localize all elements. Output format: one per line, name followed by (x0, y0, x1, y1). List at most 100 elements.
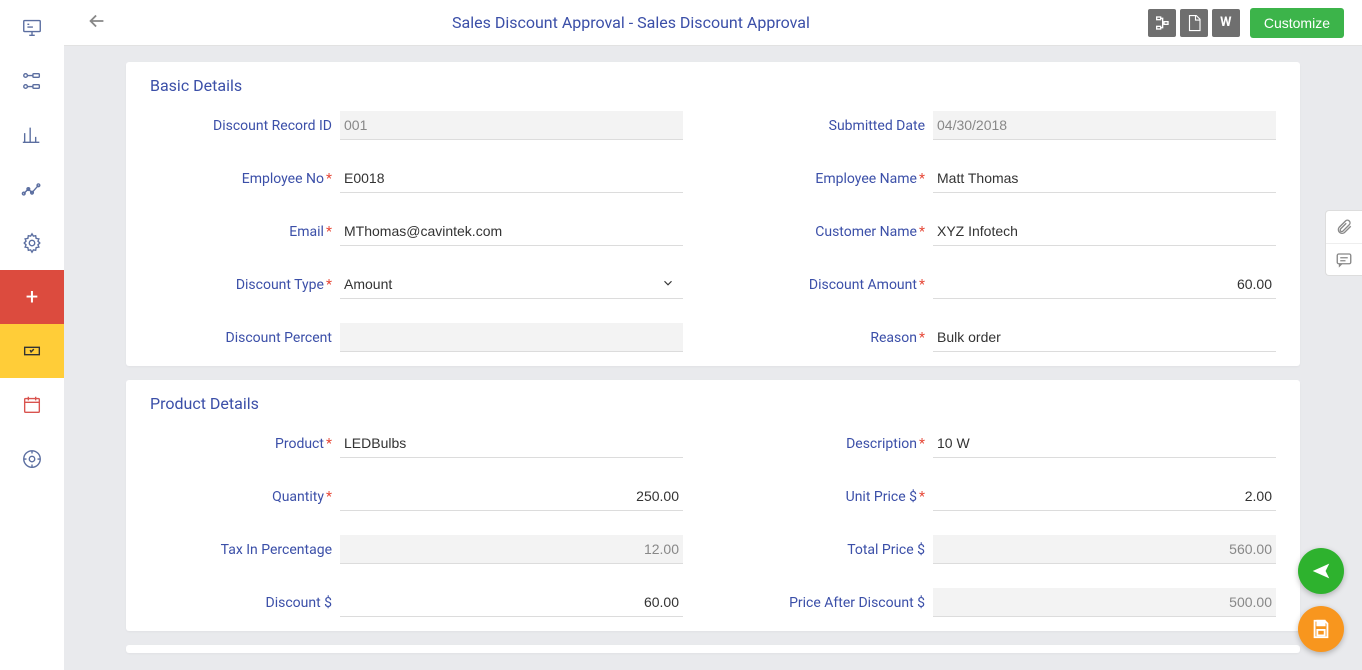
arrow-left-icon (86, 10, 108, 32)
page-title: Sales Discount Approval - Sales Discount… (114, 13, 1148, 32)
word-button[interactable]: W (1212, 9, 1240, 37)
plus-icon: + (26, 285, 38, 310)
input-tax-pct[interactable] (340, 535, 683, 564)
row-employee-name: Employee Name* (743, 164, 1276, 193)
header-actions: W Customize (1148, 8, 1344, 38)
sidebar-calendar[interactable] (0, 378, 64, 432)
save-icon (1310, 618, 1332, 640)
paperclip-icon (1335, 218, 1353, 236)
sidebar-trend[interactable] (0, 162, 64, 216)
label-discount-type: Discount Type* (150, 277, 340, 293)
pdf-icon (1185, 14, 1203, 32)
input-email[interactable] (340, 217, 683, 246)
content: Basic Details Discount Record ID Submitt… (64, 46, 1362, 670)
input-total-price[interactable] (933, 535, 1276, 564)
row-reason: Reason* (743, 323, 1276, 352)
basic-details-section: Basic Details Discount Record ID Submitt… (126, 62, 1300, 366)
label-quantity: Quantity* (150, 489, 340, 505)
row-price-after: Price After Discount $ (743, 588, 1276, 617)
label-employee-no: Employee No* (150, 171, 340, 187)
workflow-icon (21, 70, 43, 92)
word-icon: W (1220, 15, 1231, 30)
label-price-after: Price After Discount $ (743, 595, 933, 611)
attachments-tab[interactable] (1326, 211, 1362, 243)
label-total-price: Total Price $ (743, 542, 933, 558)
customize-button[interactable]: Customize (1250, 8, 1344, 38)
tree-view-button[interactable] (1148, 9, 1176, 37)
back-button[interactable] (86, 10, 108, 36)
comments-tab[interactable] (1326, 243, 1362, 275)
row-unit-price: Unit Price $* (743, 482, 1276, 511)
main: Sales Discount Approval - Sales Discount… (64, 0, 1362, 670)
input-discount[interactable] (340, 588, 683, 617)
label-product: Product* (150, 436, 340, 452)
input-employee-no[interactable] (340, 164, 683, 193)
select-discount-type[interactable] (340, 270, 683, 299)
sidebar-ticket[interactable] (0, 324, 64, 378)
row-discount-record-id: Discount Record ID (150, 111, 683, 140)
input-reason[interactable] (933, 323, 1276, 352)
input-description[interactable] (933, 429, 1276, 458)
row-description: Description* (743, 429, 1276, 458)
calendar-icon (21, 394, 43, 416)
label-discount-percent: Discount Percent (150, 330, 340, 346)
row-total-price: Total Price $ (743, 535, 1276, 564)
product-form: Product* Description* Quantity* Unit Pri… (150, 429, 1276, 617)
input-price-after[interactable] (933, 588, 1276, 617)
row-discount-percent: Discount Percent (150, 323, 683, 352)
basic-form: Discount Record ID Submitted Date Employ… (150, 111, 1276, 352)
label-unit-price: Unit Price $* (743, 489, 933, 505)
label-discount-amount: Discount Amount* (743, 277, 933, 293)
trend-icon (21, 178, 43, 200)
sidebar-analytics[interactable] (0, 108, 64, 162)
sidebar-workflow[interactable] (0, 54, 64, 108)
row-discount-amount: Discount Amount* (743, 270, 1276, 299)
row-employee-no: Employee No* (150, 164, 683, 193)
fab-column (1298, 548, 1344, 652)
next-section (126, 645, 1300, 653)
sidebar-dashboard[interactable] (0, 0, 64, 54)
label-employee-name: Employee Name* (743, 171, 933, 187)
submit-fab[interactable] (1298, 548, 1344, 594)
sidebar-settings[interactable] (0, 216, 64, 270)
row-quantity: Quantity* (150, 482, 683, 511)
input-discount-record-id[interactable] (340, 111, 683, 140)
label-discount-record-id: Discount Record ID (150, 118, 340, 134)
pdf-button[interactable] (1180, 9, 1208, 37)
sidebar-help[interactable] (0, 432, 64, 486)
input-discount-amount[interactable] (933, 270, 1276, 299)
tree-icon (1154, 15, 1170, 31)
sidebar-add[interactable]: + (0, 270, 64, 324)
save-fab[interactable] (1298, 606, 1344, 652)
input-unit-price[interactable] (933, 482, 1276, 511)
row-tax-pct: Tax In Percentage (150, 535, 683, 564)
sidebar: + (0, 0, 64, 670)
label-submitted-date: Submitted Date (743, 118, 933, 134)
ticket-icon (21, 340, 43, 362)
header: Sales Discount Approval - Sales Discount… (64, 0, 1362, 46)
comment-icon (1335, 251, 1353, 269)
label-discount: Discount $ (150, 595, 340, 611)
section-title-basic: Basic Details (150, 76, 1276, 95)
dashboard-icon (21, 16, 43, 38)
input-submitted-date[interactable] (933, 111, 1276, 140)
row-discount: Discount $ (150, 588, 683, 617)
gear-icon (21, 232, 43, 254)
label-description: Description* (743, 436, 933, 452)
label-tax-pct: Tax In Percentage (150, 542, 340, 558)
input-quantity[interactable] (340, 482, 683, 511)
row-discount-type: Discount Type* (150, 270, 683, 299)
row-email: Email* (150, 217, 683, 246)
label-reason: Reason* (743, 330, 933, 346)
input-discount-percent[interactable] (340, 323, 683, 352)
input-customer-name[interactable] (933, 217, 1276, 246)
label-customer-name: Customer Name* (743, 224, 933, 240)
help-icon (21, 448, 43, 470)
input-employee-name[interactable] (933, 164, 1276, 193)
send-icon (1310, 560, 1332, 582)
row-product: Product* (150, 429, 683, 458)
label-email: Email* (150, 224, 340, 240)
input-product[interactable] (340, 429, 683, 458)
row-customer-name: Customer Name* (743, 217, 1276, 246)
analytics-icon (21, 124, 43, 146)
